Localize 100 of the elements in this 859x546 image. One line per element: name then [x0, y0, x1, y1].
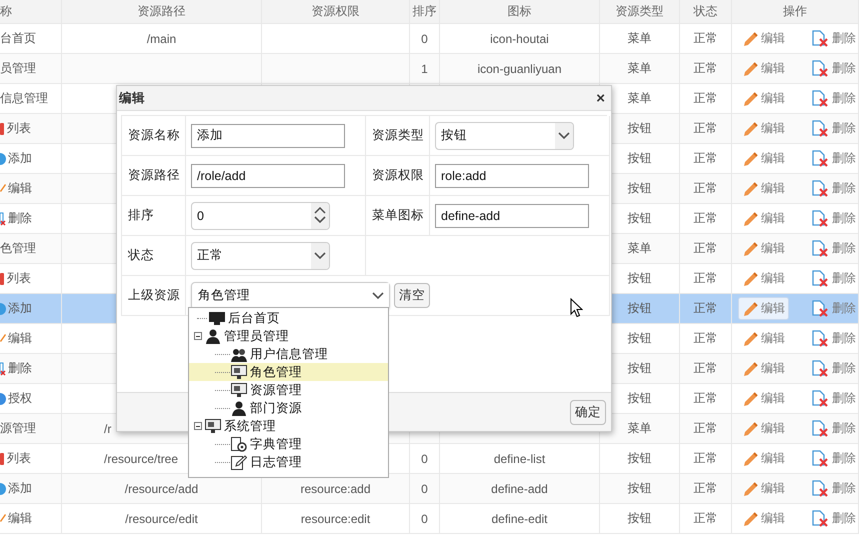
table-cell: icon-guanliyuan — [477, 62, 562, 76]
monitor-icon — [231, 382, 247, 398]
collapse-icon[interactable] — [194, 332, 202, 340]
edit-link[interactable]: 编辑 — [738, 357, 789, 380]
file-delete-icon — [811, 360, 829, 377]
file-delete-icon — [811, 330, 829, 347]
table-cell: 正常 — [694, 330, 718, 347]
bar-icon — [0, 272, 5, 286]
edit-link[interactable]: 编辑 — [738, 417, 789, 440]
table-cell: 按钮 — [628, 450, 652, 467]
field-label: 状态 — [122, 236, 186, 276]
edit-link[interactable]: 编辑 — [738, 387, 789, 410]
edit-link[interactable]: 编辑 — [738, 477, 789, 500]
column-header: 操作 — [732, 0, 859, 23]
person-icon — [205, 328, 221, 344]
table-cell: 正常 — [694, 90, 718, 107]
delete-link[interactable]: 删除 — [807, 297, 858, 320]
table-cell: 0 — [421, 452, 428, 466]
edit-link[interactable]: 编辑 — [738, 177, 789, 200]
tree-item[interactable]: 系统管理 — [189, 417, 388, 435]
select-field[interactable]: 按钮 — [435, 122, 574, 150]
chevron-down-icon — [314, 252, 326, 260]
text-field[interactable]: role:add — [435, 164, 589, 188]
delete-link[interactable]: 删除 — [807, 327, 858, 350]
field-label: 资源类型 — [366, 116, 430, 156]
delete-link[interactable]: 删除 — [807, 27, 858, 50]
tree-item[interactable]: 后台首页 — [189, 309, 388, 327]
edit-link[interactable]: 编辑 — [738, 27, 789, 50]
delete-link[interactable]: 删除 — [807, 57, 858, 80]
delete-link[interactable]: 删除 — [807, 477, 858, 500]
dialog-title: 编辑 — [119, 90, 145, 106]
collapse-icon[interactable] — [194, 422, 202, 430]
edit-link[interactable]: 编辑 — [738, 507, 789, 530]
edit-link[interactable]: 编辑 — [738, 237, 789, 260]
table-cell: 按钮 — [628, 120, 652, 137]
delete-link[interactable]: 删除 — [807, 147, 858, 170]
text-field[interactable]: 添加 — [191, 124, 345, 148]
table-cell: 正常 — [694, 390, 718, 407]
edit-document-icon — [231, 454, 247, 470]
delete-link[interactable]: 删除 — [807, 447, 858, 470]
table-cell: 列表 — [7, 120, 31, 137]
column-header: 资源路径 — [62, 0, 262, 23]
tree-item[interactable]: 资源管理 — [189, 381, 388, 399]
text-field[interactable]: /role/add — [191, 164, 345, 188]
delete-link[interactable]: 删除 — [807, 507, 858, 530]
table-cell: 菜单 — [628, 60, 652, 77]
edit-link[interactable]: 编辑 — [738, 57, 789, 80]
table-cell: 添加 — [8, 300, 32, 317]
edit-link[interactable]: 编辑 — [738, 267, 789, 290]
table-row[interactable]: 编辑 /resource/edit resource:edit 0 define-edit 按钮 正常 编辑 删除 — [0, 504, 859, 534]
select-field[interactable]: 正常 — [191, 242, 330, 270]
table-cell: 按钮 — [628, 180, 652, 197]
edit-link[interactable]: 编辑 — [738, 327, 789, 350]
table-cell: 列表 — [7, 450, 31, 467]
number-field[interactable]: 0 — [191, 202, 330, 230]
table-cell: 正常 — [694, 120, 718, 137]
tree-item[interactable]: 角色管理 — [189, 363, 388, 381]
delete-link[interactable]: 删除 — [807, 207, 858, 230]
tree-item[interactable]: 用户信息管理 — [189, 345, 388, 363]
table-row[interactable]: 台首页 /main 0 icon-houtai 菜单 正常 编辑 删除 — [0, 24, 859, 54]
table-cell: define-edit — [491, 512, 548, 526]
chevron-down-icon — [314, 216, 326, 224]
delete-link[interactable]: 删除 — [807, 237, 858, 260]
tree-item[interactable]: 日志管理 — [189, 453, 388, 471]
edit-link[interactable]: 编辑 — [738, 87, 789, 110]
table-cell: /resource/tree — [104, 452, 178, 466]
clear-button[interactable]: 清空 — [394, 283, 430, 308]
delete-link[interactable]: 删除 — [807, 387, 858, 410]
edit-link[interactable]: 编辑 — [738, 447, 789, 470]
table-cell: 正常 — [694, 210, 718, 227]
edit-link[interactable]: 编辑 — [738, 207, 789, 230]
table-cell: 编辑 — [8, 330, 32, 347]
delete-link[interactable]: 删除 — [807, 267, 858, 290]
confirm-button[interactable]: 确定 — [570, 400, 606, 424]
table-cell: define-add — [491, 482, 548, 496]
tree-item[interactable]: 部门资源 — [189, 399, 388, 417]
close-button[interactable]: × — [592, 90, 609, 106]
tree-item[interactable]: 管理员管理 — [189, 327, 388, 345]
file-delete-icon — [811, 480, 829, 497]
file-delete-icon — [0, 212, 6, 226]
edit-link[interactable]: 编辑 — [738, 117, 789, 140]
delete-link[interactable]: 删除 — [807, 357, 858, 380]
file-delete-icon — [811, 60, 829, 77]
table-row[interactable]: 添加 /resource/add resource:add 0 define-add 按钮 正常 编辑 删除 — [0, 474, 859, 504]
delete-link[interactable]: 删除 — [807, 417, 858, 440]
edit-link[interactable]: 编辑 — [738, 297, 789, 320]
table-cell: 授权 — [8, 390, 32, 407]
table-cell: /r — [104, 422, 112, 436]
delete-link[interactable]: 删除 — [807, 177, 858, 200]
table-row[interactable]: 员管理 1 icon-guanliyuan 菜单 正常 编辑 删除 — [0, 54, 859, 84]
table-cell: 按钮 — [628, 270, 652, 287]
table-cell: 菜单 — [628, 420, 652, 437]
delete-link[interactable]: 删除 — [807, 117, 858, 140]
text-field[interactable]: define-add — [435, 204, 589, 228]
table-cell: 按钮 — [628, 150, 652, 167]
table-cell: define-list — [494, 452, 546, 466]
delete-link[interactable]: 删除 — [807, 87, 858, 110]
table-cell: /resource/add — [124, 482, 198, 496]
table-cell: 按钮 — [628, 210, 652, 227]
edit-link[interactable]: 编辑 — [738, 147, 789, 170]
